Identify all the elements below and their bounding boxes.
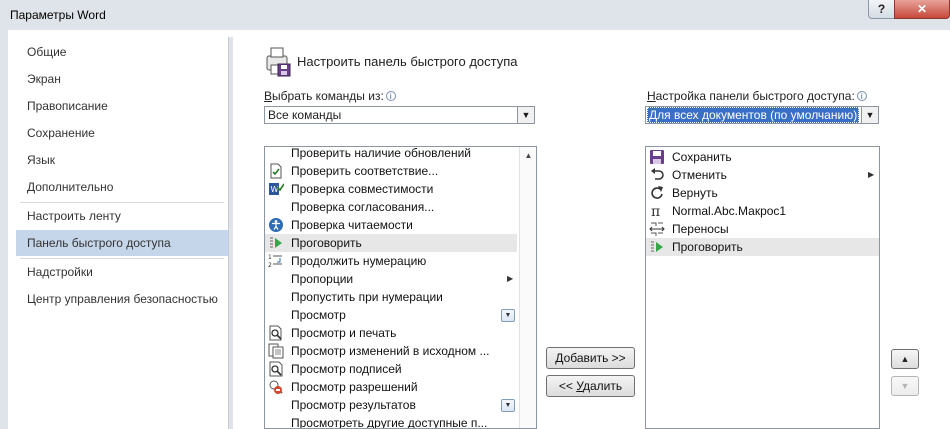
check-doc-icon — [270, 163, 282, 179]
list-item[interactable]: Проговорить — [646, 238, 879, 256]
signatures-icon — [269, 361, 283, 377]
speak-icon — [651, 241, 663, 252]
add-button[interactable]: Добавить >> — [546, 347, 635, 369]
nav-item-advanced[interactable]: Дополнительно — [16, 174, 228, 200]
list-item[interactable]: Переносы — [646, 220, 879, 238]
list-item[interactable]: Вернуть — [646, 184, 879, 202]
dropdown-indicator-icon: ▼ — [501, 309, 515, 322]
commands-list[interactable]: Проверить наличие обновлений Проверить с… — [264, 146, 537, 429]
speak-icon — [270, 237, 282, 248]
toolbar-config-label: Настройка панели быстрого доступа: i — [647, 89, 867, 103]
window-title: Параметры Word — [10, 8, 106, 22]
list-item[interactable]: Проверить наличие обновлений — [265, 147, 517, 162]
list-item[interactable]: Просмотр ▼ — [265, 306, 517, 324]
nav-item-trust-center[interactable]: Центр управления безопасностью — [16, 286, 228, 312]
hyphenation-icon — [649, 222, 665, 236]
list-item[interactable]: Проверить соответствие... — [265, 162, 517, 180]
move-up-button[interactable]: ▲ — [891, 349, 919, 369]
list-item[interactable]: Сохранить — [646, 148, 879, 166]
list-item[interactable]: Просмотреть другие доступные п... — [265, 414, 517, 428]
word-compat-icon: W — [269, 183, 284, 195]
nav-item-display[interactable]: Экран — [16, 66, 228, 92]
list-item[interactable]: Просмотр подписей — [265, 360, 517, 378]
list-item[interactable]: Просмотр разрешений — [265, 378, 517, 396]
list-item[interactable]: Проговорить — [265, 234, 517, 252]
info-icon: i — [856, 91, 867, 101]
help-button[interactable]: ? — [868, 0, 895, 19]
nav-item-quick-access-toolbar[interactable]: Панель быстрого доступа — [16, 230, 228, 256]
redo-icon — [651, 186, 663, 199]
nav-item-addins[interactable]: Надстройки — [16, 259, 228, 285]
nav-item-proofing[interactable]: Правописание — [16, 93, 228, 119]
chevron-down-icon[interactable]: ▼ — [861, 107, 878, 123]
choose-commands-label: Выбрать команды из: i — [264, 89, 396, 103]
pi-icon: π — [651, 204, 660, 219]
close-button[interactable]: ✕ — [894, 0, 950, 19]
list-item[interactable]: Просмотр результатов ▼ — [265, 396, 517, 414]
compare-icon — [268, 343, 284, 359]
commands-scrollbar[interactable]: ▲ — [519, 147, 536, 428]
nav-item-save[interactable]: Сохранение — [16, 120, 228, 146]
print-preview-icon — [269, 325, 282, 341]
accessibility-icon — [269, 218, 283, 232]
quick-access-toolbar-icon — [266, 47, 291, 77]
list-item[interactable]: Пропорции ▶ — [265, 270, 517, 288]
nav-item-general[interactable]: Общие — [16, 39, 228, 65]
toolbar-scope-dropdown[interactable]: Для всех документов (по умолчанию) ▼ — [645, 106, 879, 124]
list-item[interactable]: 12 Продолжить нумерацию — [265, 252, 517, 270]
title-bar — [0, 0, 950, 30]
toolbar-items-list[interactable]: Сохранить Отменить ▶ Вернуть π Normal.Abc… — [645, 146, 880, 429]
list-item[interactable]: π Normal.Abc.Макрос1 — [646, 202, 879, 220]
submenu-arrow-icon: ▶ — [868, 170, 875, 179]
list-item[interactable]: Проверка согласования... — [265, 198, 517, 216]
scroll-up-icon[interactable]: ▲ — [520, 147, 536, 164]
submenu-arrow-icon: ▶ — [507, 274, 514, 283]
info-icon: i — [385, 91, 396, 101]
dropdown-indicator-icon: ▼ — [501, 399, 515, 412]
save-icon — [650, 150, 664, 164]
options-nav: Общие Экран Правописание Сохранение Язык… — [16, 37, 229, 429]
list-item[interactable]: Просмотр и печать — [265, 324, 517, 342]
continue-numbering-icon: 12 — [268, 254, 282, 269]
move-down-button[interactable]: ▼ — [891, 376, 919, 396]
svg-text:W: W — [271, 185, 279, 194]
svg-text:2: 2 — [268, 262, 272, 269]
list-item[interactable]: W Проверка совместимости — [265, 180, 517, 198]
list-item[interactable]: Проверка читаемости — [265, 216, 517, 234]
section-title: Настроить панель быстрого доступа — [297, 54, 518, 69]
list-item[interactable]: Просмотр изменений в исходном ... — [265, 342, 517, 360]
remove-button[interactable]: << Удалить — [546, 375, 635, 397]
svg-text:π: π — [651, 204, 660, 219]
choose-commands-dropdown[interactable]: Все команды ▼ — [264, 106, 535, 124]
list-item[interactable]: Отменить ▶ — [646, 166, 879, 184]
list-item[interactable]: Пропустить при нумерации — [265, 288, 517, 306]
undo-icon — [651, 168, 664, 180]
nav-item-language[interactable]: Язык — [16, 147, 228, 173]
pane-divider — [229, 37, 233, 429]
svg-text:1: 1 — [268, 254, 272, 261]
permissions-icon — [269, 380, 283, 394]
chevron-down-icon[interactable]: ▼ — [517, 107, 534, 123]
nav-item-customize-ribbon[interactable]: Настроить ленту — [16, 203, 228, 229]
